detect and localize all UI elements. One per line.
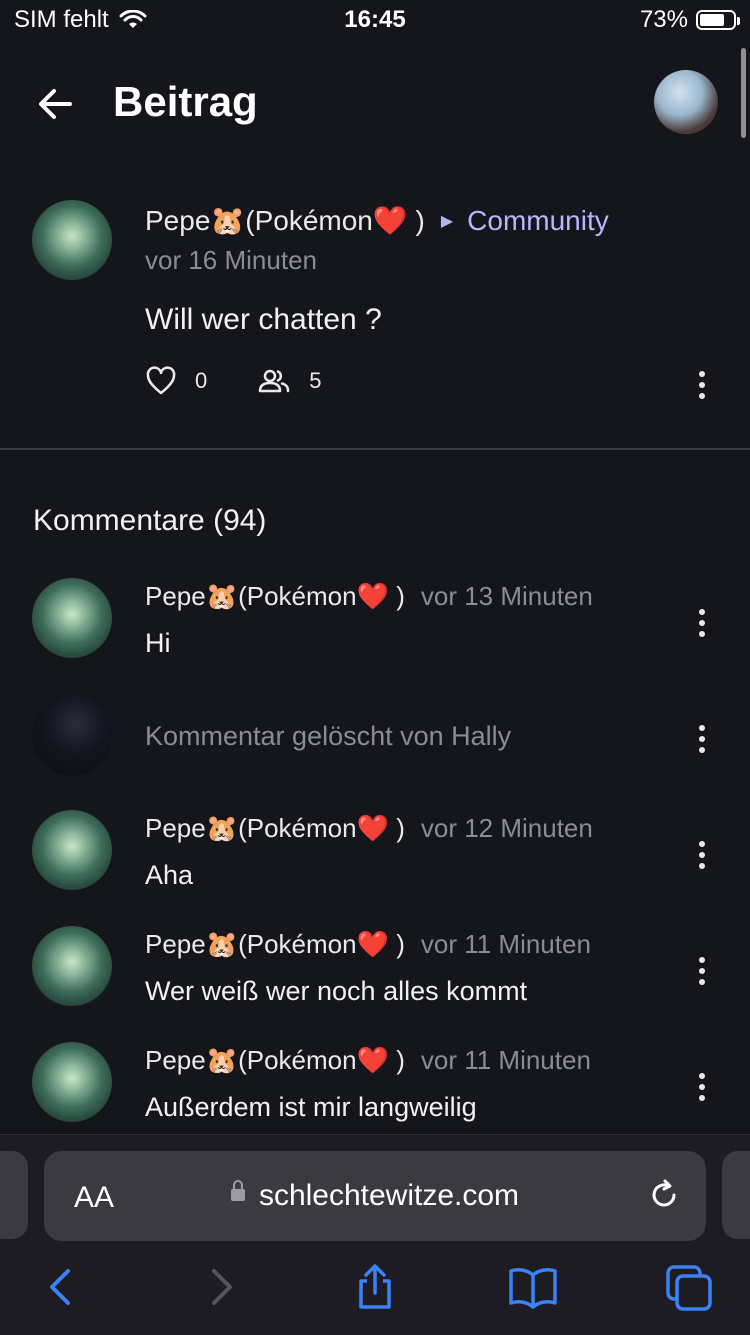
address-bar[interactable]: AA schlechtewitze.com	[44, 1151, 706, 1241]
share-icon	[359, 1264, 391, 1309]
people-icon	[259, 369, 290, 393]
comment-avatar[interactable]	[32, 810, 112, 890]
scrollbar[interactable]	[741, 48, 746, 138]
browser-back-button[interactable]	[38, 1263, 86, 1311]
community-link[interactable]: Community	[467, 205, 609, 237]
comment-time: vor 12 Minuten	[420, 813, 593, 843]
comment-text: Hi	[145, 628, 171, 658]
clock: 16:45	[344, 6, 406, 33]
comment-more-button[interactable]	[697, 1073, 707, 1101]
previous-tab-preview[interactable]	[0, 1151, 28, 1239]
divider	[0, 448, 750, 450]
status-right: 73%	[639, 6, 740, 34]
comment-avatar[interactable]	[32, 578, 112, 658]
post-header: Pepe🐹(Pokémon❤️ ) ▶ Community	[145, 204, 609, 237]
back-button[interactable]	[34, 84, 78, 124]
comment-text: Wer weiß wer noch alles kommt	[145, 976, 528, 1006]
comment-time: vor 11 Minuten	[420, 929, 591, 959]
tabs-icon	[666, 1265, 712, 1311]
next-tab-preview[interactable]	[722, 1151, 750, 1239]
like-button[interactable]: 0	[145, 366, 207, 396]
status-bar: SIM fehlt 16:45 73%	[0, 0, 750, 40]
comment-author[interactable]: Pepe🐹(Pokémon❤️ )	[145, 581, 405, 612]
post-time: vor 16 Minuten	[145, 245, 317, 275]
comment-more-button[interactable]	[697, 957, 707, 985]
share-button[interactable]	[351, 1263, 399, 1311]
reload-icon	[652, 1179, 676, 1207]
comment-time: vor 13 Minuten	[420, 581, 593, 611]
post-more-button[interactable]	[697, 371, 707, 399]
browser-bottom-bar: AA schlechtewitze.com	[0, 1134, 750, 1335]
comment-text: Außerdem ist mir langweilig	[145, 1092, 477, 1122]
reload-button[interactable]	[646, 1177, 682, 1213]
comment-time: vor 11 Minuten	[420, 1045, 591, 1075]
page-title: Beitrag	[113, 78, 258, 125]
participants-button[interactable]: 5	[257, 368, 322, 394]
bookmarks-button[interactable]	[508, 1263, 557, 1311]
chevron-right-icon	[212, 1269, 232, 1305]
comment-header: Pepe🐹(Pokémon❤️ ) vor 11 Minuten	[145, 1045, 591, 1076]
participants-count: 5	[309, 368, 322, 393]
url-display[interactable]: schlechtewitze.com	[44, 1179, 706, 1213]
post-author-avatar[interactable]	[32, 200, 112, 280]
comment-author[interactable]: Pepe🐹(Pokémon❤️ )	[145, 1045, 405, 1076]
comment-more-button[interactable]	[697, 841, 707, 869]
post-author[interactable]: Pepe🐹(Pokémon❤️ )	[145, 204, 425, 237]
comment-avatar[interactable]	[32, 926, 112, 1006]
comment-header: Pepe🐹(Pokémon❤️ ) vor 12 Minuten	[145, 813, 593, 844]
comment-avatar[interactable]	[32, 696, 112, 776]
comment-more-button[interactable]	[697, 725, 707, 753]
book-icon	[509, 1268, 557, 1309]
arrow-left-icon	[39, 89, 72, 119]
battery-icon	[696, 10, 740, 30]
deleted-comment-text: Kommentar gelöscht von Hally	[145, 721, 512, 751]
tabs-button[interactable]	[664, 1263, 712, 1311]
user-avatar[interactable]	[654, 70, 718, 134]
comment-author[interactable]: Pepe🐹(Pokémon❤️ )	[145, 929, 405, 960]
comment-header: Pepe🐹(Pokémon❤️ ) vor 13 Minuten	[145, 581, 593, 612]
comment-text: Aha	[145, 860, 194, 890]
comments-heading: Kommentare (94)	[33, 504, 267, 537]
url-text: schlechtewitze.com	[258, 1179, 520, 1212]
like-count: 0	[195, 368, 208, 393]
comment-avatar[interactable]	[32, 1042, 112, 1122]
chevron-left-icon	[50, 1269, 70, 1305]
comment-author[interactable]: Pepe🐹(Pokémon❤️ )	[145, 813, 405, 844]
lock-icon	[230, 1180, 245, 1202]
caret-right-icon: ▶	[440, 212, 454, 230]
post-text: Will wer chatten ?	[145, 303, 382, 336]
post-actions: 0 5	[145, 366, 322, 396]
heart-icon	[146, 366, 176, 395]
battery-percent: 73%	[639, 6, 688, 33]
comment-more-button[interactable]	[697, 609, 707, 637]
browser-forward-button[interactable]	[196, 1263, 244, 1311]
app-header: Beitrag	[0, 40, 750, 170]
comment-header: Pepe🐹(Pokémon❤️ ) vor 11 Minuten	[145, 929, 591, 960]
battery-fill	[700, 14, 724, 26]
